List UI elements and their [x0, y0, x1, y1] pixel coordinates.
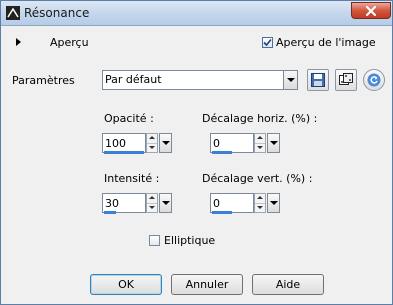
intensity-slider-dropdown[interactable] — [159, 193, 172, 213]
intensity-input[interactable]: 30 — [102, 193, 146, 214]
preset-value: Par défaut — [105, 73, 162, 86]
voffset-input[interactable]: 0 — [210, 193, 254, 214]
hoffset-input[interactable]: 0 — [210, 133, 254, 154]
dialog-window: Résonance Aperçu Aperçu de l'image Param… — [0, 0, 393, 305]
opacity-input[interactable]: 100 — [102, 133, 146, 154]
preview-image-label: Aperçu de l'image — [276, 36, 376, 49]
hoffset-slider-dropdown[interactable] — [267, 133, 280, 153]
spin-down-icon[interactable] — [255, 203, 265, 212]
spin-down-icon[interactable] — [147, 143, 157, 152]
reset-icon — [367, 73, 381, 87]
intensity-label: Intensité : — [104, 172, 160, 185]
intensity-value: 30 — [105, 197, 119, 210]
preview-image-checkbox[interactable] — [262, 37, 273, 48]
opacity-spinner[interactable] — [146, 133, 158, 153]
reset-button[interactable] — [363, 69, 385, 91]
cancel-button[interactable]: Annuler — [171, 274, 243, 295]
opacity-value: 100 — [105, 137, 126, 150]
spin-down-icon[interactable] — [147, 203, 157, 212]
hoffset-spinner[interactable] — [254, 133, 266, 153]
hoffset-value: 0 — [213, 137, 220, 150]
window-title: Résonance — [24, 6, 90, 20]
hoffset-level-bar — [212, 151, 232, 154]
spin-down-icon[interactable] — [255, 143, 265, 152]
help-button[interactable]: Aide — [252, 274, 324, 295]
save-preset-icon — [311, 73, 325, 87]
elliptic-checkbox[interactable] — [149, 235, 160, 246]
voffset-spinner[interactable] — [254, 193, 266, 213]
opacity-slider-dropdown[interactable] — [159, 133, 172, 153]
close-button[interactable] — [351, 2, 391, 19]
close-icon — [365, 6, 377, 16]
checkmark-icon — [263, 38, 272, 47]
preset-select[interactable]: Par défaut — [102, 70, 298, 90]
voffset-level-bar — [212, 211, 232, 214]
elliptic-label: Elliptique — [164, 234, 216, 247]
parameters-label: Paramètres — [12, 74, 75, 87]
voffset-label: Décalage vert. (%) : — [202, 172, 313, 185]
intensity-field: 30 — [102, 193, 172, 215]
voffset-field: 0 — [210, 193, 280, 215]
random-preset-button[interactable] — [335, 69, 357, 91]
voffset-slider-dropdown[interactable] — [267, 193, 280, 213]
app-icon — [6, 6, 20, 20]
preview-label: Aperçu — [50, 36, 89, 49]
opacity-field: 100 — [102, 133, 172, 155]
dice-random-icon — [339, 73, 353, 85]
title-bar[interactable]: Résonance — [1, 1, 392, 26]
opacity-label: Opacité : — [104, 112, 154, 125]
intensity-level-bar — [104, 211, 116, 214]
hoffset-field: 0 — [210, 133, 280, 155]
expand-arrow-icon[interactable] — [16, 38, 21, 46]
chevron-down-icon[interactable] — [283, 71, 297, 89]
save-preset-button[interactable] — [307, 69, 329, 91]
hoffset-label: Décalage horiz. (%) : — [202, 112, 318, 125]
voffset-value: 0 — [213, 197, 220, 210]
intensity-spinner[interactable] — [146, 193, 158, 213]
opacity-level-bar — [104, 151, 144, 154]
ok-button[interactable]: OK — [90, 274, 162, 295]
